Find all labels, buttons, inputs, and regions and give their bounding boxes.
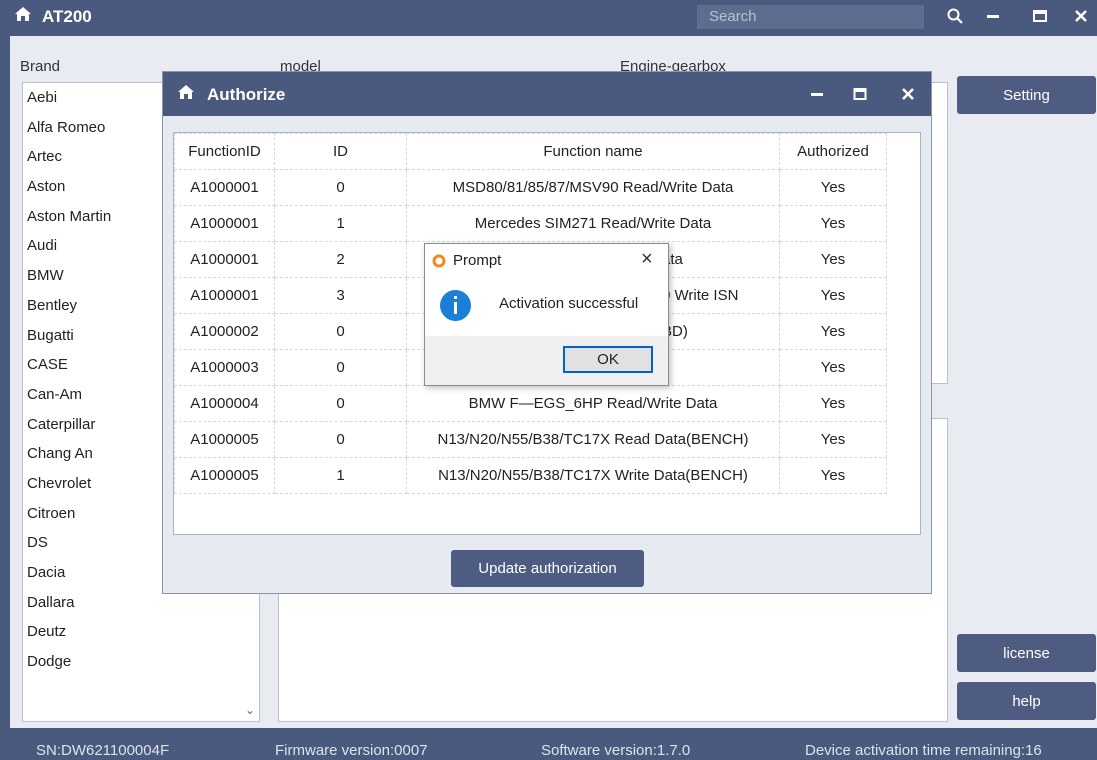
brand-list-item[interactable]: Deutz — [23, 617, 259, 647]
table-cell: 0 — [274, 421, 407, 458]
ok-button[interactable]: OK — [563, 346, 653, 373]
maximize-icon[interactable] — [1022, 0, 1058, 32]
table-cell: A1000001 — [174, 169, 275, 206]
firmware-version: Firmware version:0007 — [275, 742, 428, 759]
prompt-message: Activation successful — [499, 295, 639, 312]
maximize-icon[interactable] — [842, 78, 878, 110]
table-cell: Yes — [779, 385, 887, 422]
table-cell: N13/N20/N55/B38/TC17X Read Data(BENCH) — [406, 421, 780, 458]
table-cell: 0 — [274, 349, 407, 386]
table-cell: 2 — [274, 241, 407, 278]
update-authorization-button[interactable]: Update authorization — [451, 550, 644, 587]
status-bar: SN:DW621100004F Firmware version:0007 So… — [0, 728, 1097, 760]
table-cell: MSD80/81/85/87/MSV90 Read/Write Data — [406, 169, 780, 206]
table-cell: N13/N20/N55/B38/TC17X Write Data(BENCH) — [406, 457, 780, 494]
scroll-down-icon[interactable]: ⌄ — [245, 703, 255, 717]
table-row[interactable]: A1000004 0 BMW F—EGS_6HP Read/Write Data Ye… — [174, 385, 887, 422]
table-cell: Mercedes SIM271 Read/Write Data — [406, 205, 780, 242]
table-row[interactable]: A1000005 0 N13/N20/N55/B38/TC17X Read Data… — [174, 421, 887, 458]
table-cell: 1 — [274, 457, 407, 494]
table-cell: Yes — [779, 313, 887, 350]
table-cell: A1000003 — [174, 349, 275, 386]
prompt-title: Prompt — [453, 252, 502, 269]
license-button[interactable]: license — [957, 634, 1096, 672]
table-cell: Yes — [779, 457, 887, 494]
table-cell: A1000002 — [174, 313, 275, 350]
title-bar: AT200 Search — [0, 0, 1097, 36]
table-cell: 0 — [274, 385, 407, 422]
table-cell: 0 — [274, 169, 407, 206]
table-cell: BMW F—EGS_6HP Read/Write Data — [406, 385, 780, 422]
table-row[interactable]: A1000005 1 N13/N20/N55/B38/TC17X Write Dat… — [174, 457, 887, 494]
brand-header: Brand — [20, 58, 61, 75]
table-cell: Yes — [779, 169, 887, 206]
table-cell: A1000001 — [174, 277, 275, 314]
table-cell: A1000004 — [174, 385, 275, 422]
setting-button[interactable]: Setting — [957, 76, 1096, 114]
table-cell: A1000005 — [174, 421, 275, 458]
home-icon[interactable] — [14, 6, 32, 27]
search-input[interactable]: Search — [697, 5, 924, 29]
table-cell: Yes — [779, 241, 887, 278]
help-button[interactable]: help — [957, 682, 1096, 720]
column-header[interactable]: Function name — [406, 133, 780, 170]
close-icon[interactable] — [1063, 0, 1097, 32]
activation-remaining: Device activation time remaining:16 — [805, 742, 1042, 759]
prompt-title-bar: Prompt × — [425, 244, 668, 278]
authorize-title: Authorize — [207, 84, 286, 104]
table-cell: Yes — [779, 205, 887, 242]
table-cell: A1000005 — [174, 457, 275, 494]
column-header[interactable]: ID — [274, 133, 407, 170]
table-cell: 0 — [274, 313, 407, 350]
serial-number: SN:DW621100004F — [36, 742, 170, 759]
table-row[interactable]: A1000001 0 MSD80/81/85/87/MSV90 Read/Write… — [174, 169, 887, 206]
prompt-app-icon — [432, 254, 446, 268]
table-cell: A1000001 — [174, 241, 275, 278]
table-cell: 3 — [274, 277, 407, 314]
authorize-title-bar: Authorize — [163, 72, 931, 116]
home-icon — [177, 84, 195, 105]
app-title-text: AT200 — [42, 6, 92, 26]
table-header-row: FunctionID ID Function name Authorized — [174, 133, 887, 170]
brand-list-item[interactable]: Dodge — [23, 647, 259, 677]
prompt-close-icon[interactable]: × — [641, 248, 653, 271]
close-icon[interactable] — [890, 78, 926, 110]
info-icon — [440, 290, 471, 321]
table-cell: 1 — [274, 205, 407, 242]
prompt-dialog: Prompt × Activation successful OK — [424, 243, 669, 386]
table-cell: A1000001 — [174, 205, 275, 242]
table-cell: Yes — [779, 349, 887, 386]
app-title: AT200 — [14, 6, 92, 27]
column-header[interactable]: Authorized — [779, 133, 887, 170]
search-icon[interactable] — [937, 0, 973, 32]
table-row[interactable]: A1000001 1 Mercedes SIM271 Read/Write Data… — [174, 205, 887, 242]
prompt-footer: OK — [425, 336, 668, 385]
minimize-icon[interactable] — [799, 78, 835, 110]
software-version: Software version:1.7.0 — [541, 742, 691, 759]
table-cell: Yes — [779, 421, 887, 458]
minimize-icon[interactable] — [975, 0, 1011, 32]
column-header[interactable]: FunctionID — [174, 133, 275, 170]
table-cell: Yes — [779, 277, 887, 314]
